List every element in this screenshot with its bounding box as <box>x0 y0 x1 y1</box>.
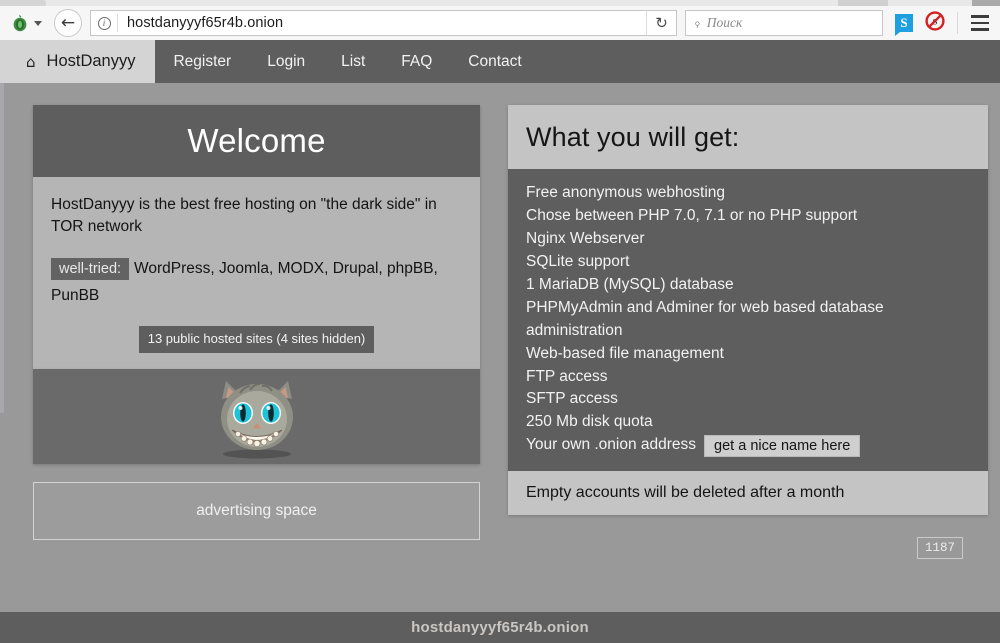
features-panel: What you will get: Free anonymous webhos… <box>508 105 988 515</box>
feature-item: FTP access <box>526 366 970 389</box>
site-info-icon[interactable]: i <box>91 17 117 30</box>
nav-label: Login <box>267 53 305 71</box>
visitor-counter-badge[interactable]: 1187 <box>917 537 963 559</box>
feature-item: Nginx Webserver <box>526 228 970 251</box>
welcome-panel-header: Welcome <box>33 105 480 177</box>
nav-label: Contact <box>468 53 521 71</box>
feature-item: Chose between PHP 7.0, 7.1 or no PHP sup… <box>526 205 970 228</box>
nav-item-contact[interactable]: Contact <box>450 40 539 83</box>
page-title: Welcome <box>187 122 325 160</box>
back-button[interactable]: ← <box>54 9 82 37</box>
reload-icon: ↻ <box>655 14 668 32</box>
navbar-left-pad <box>0 40 10 83</box>
s-extension-glyph: S <box>895 14 913 32</box>
toolbar-divider <box>957 12 958 34</box>
stats-wrapper: 13 public hosted sites (4 sites hidden) <box>51 326 462 353</box>
left-column: Welcome HostDanyyy is the best free host… <box>33 105 480 540</box>
hamburger-bar <box>971 15 989 18</box>
onion-address-row: Your own .onion address get a nice name … <box>526 434 970 457</box>
nav-label: Register <box>173 53 231 71</box>
intro-text: HostDanyyy is the best free hosting on "… <box>51 194 462 239</box>
background-window-sliver <box>0 83 4 413</box>
s-extension-icon[interactable]: S <box>895 14 913 32</box>
back-arrow-icon: ← <box>61 15 75 32</box>
panels-container: Welcome HostDanyyy is the best free host… <box>33 105 988 540</box>
welcome-panel: Welcome HostDanyyy is the best free host… <box>33 105 480 369</box>
screen: ← i hostdanyyyf65r4b.onion ↻ ⌕ Поиск S <box>0 0 1000 643</box>
hamburger-bar <box>971 28 989 31</box>
nav-label: FAQ <box>401 53 432 71</box>
right-column: What you will get: Free anonymous webhos… <box>508 105 988 540</box>
feature-item: Free anonymous webhosting <box>526 182 970 205</box>
features-panel-header: What you will get: <box>508 105 988 169</box>
nav-label: List <box>341 53 365 71</box>
feature-item: 1 MariaDB (MySQL) database <box>526 274 970 297</box>
advertising-label: advertising space <box>196 502 317 520</box>
feature-item: SFTP access <box>526 388 970 411</box>
feature-item: SQLite support <box>526 251 970 274</box>
hosted-sites-badge[interactable]: 13 public hosted sites (4 sites hidden) <box>139 326 375 353</box>
sidebar-item-hostdanyyy[interactable]: ⌂ HostDanyyy <box>10 40 155 83</box>
chevron-down-icon <box>34 21 42 26</box>
advertising-space-panel[interactable]: advertising space <box>33 482 480 540</box>
nav-item-list[interactable]: List <box>323 40 383 83</box>
welcome-panel-body: HostDanyyy is the best free hosting on "… <box>33 177 480 369</box>
get-nice-name-button[interactable]: get a nice name here <box>704 435 860 457</box>
url-bar[interactable]: i hostdanyyyf65r4b.onion ↻ <box>90 10 677 36</box>
features-title: What you will get: <box>526 122 739 153</box>
site-footer: hostdanyyyf65r4b.onion <box>0 612 1000 643</box>
tech-line: well-tried:WordPress, Joomla, MODX, Drup… <box>51 255 462 310</box>
info-circle-icon: i <box>98 17 111 30</box>
brand-label: HostDanyyy <box>47 52 136 71</box>
search-input[interactable]: ⌕ Поиск <box>685 10 883 36</box>
cat-image-panel <box>33 369 480 464</box>
feature-item: PHPMyAdmin and Adminer for web based dat… <box>526 297 970 343</box>
site-navbar: ⌂ HostDanyyy Register Login List FAQ Con… <box>0 40 1000 83</box>
feature-item: 250 Mb disk quota <box>526 411 970 434</box>
feature-item: Web-based file management <box>526 343 970 366</box>
features-panel-footer: Empty accounts will be deleted after a m… <box>508 471 988 515</box>
nav-item-login[interactable]: Login <box>249 40 323 83</box>
nav-item-register[interactable]: Register <box>155 40 249 83</box>
noscript-icon[interactable]: S <box>925 11 945 36</box>
search-icon: ⌕ <box>690 15 705 30</box>
well-tried-badge: well-tried: <box>51 258 129 280</box>
noscript-glyph: S <box>925 11 945 31</box>
tor-onion-button[interactable] <box>6 11 46 35</box>
browser-toolbar: ← i hostdanyyyf65r4b.onion ↻ ⌕ Поиск S <box>0 6 1000 40</box>
url-text[interactable]: hostdanyyyf65r4b.onion <box>118 15 646 31</box>
home-icon: ⌂ <box>26 53 36 71</box>
browser-chrome: ← i hostdanyyyf65r4b.onion ↻ ⌕ Поиск S <box>0 0 1000 40</box>
cheshire-cat-icon <box>192 373 322 461</box>
empty-accounts-note: Empty accounts will be deleted after a m… <box>526 484 844 501</box>
menu-button[interactable] <box>966 15 994 31</box>
onion-icon <box>10 13 30 33</box>
search-placeholder-text: Поиск <box>707 15 743 31</box>
features-panel-body: Free anonymous webhosting Chose between … <box>508 169 988 471</box>
page-content: Welcome HostDanyyy is the best free host… <box>0 83 1000 643</box>
footer-onion-address: hostdanyyyf65r4b.onion <box>411 619 589 636</box>
reload-button[interactable]: ↻ <box>646 11 676 35</box>
onion-address-label: Your own .onion address <box>526 434 696 457</box>
extension-icons: S S <box>895 11 945 36</box>
nav-item-faq[interactable]: FAQ <box>383 40 450 83</box>
hamburger-bar <box>971 22 989 25</box>
